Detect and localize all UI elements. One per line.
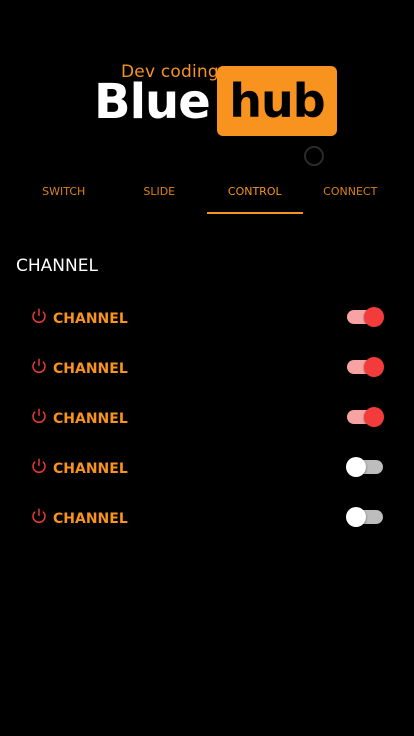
brand-logo: Dev coding Blue hub — [94, 60, 344, 140]
toggle-knob — [364, 407, 384, 427]
toggle-knob — [346, 457, 366, 477]
logo-word-hub: hub — [217, 66, 337, 136]
logo-word-blue: Blue — [94, 74, 211, 130]
channel-label: CHANNEL — [53, 461, 128, 477]
channel-toggle-switch[interactable] — [346, 507, 383, 527]
loading-spinner-icon — [304, 146, 324, 166]
channel-toggle-switch[interactable] — [346, 457, 383, 477]
channel-row: CHANNEL — [30, 344, 390, 394]
tab-bar: SWITCH SLIDE CONTROL CONNECT — [16, 172, 398, 214]
tab-slide[interactable]: SLIDE — [112, 172, 208, 214]
toggle-knob — [346, 507, 366, 527]
tab-connect[interactable]: CONNECT — [303, 172, 399, 214]
channel-label: CHANNEL — [53, 511, 128, 527]
tab-control[interactable]: CONTROL — [207, 172, 303, 214]
channel-row: CHANNEL — [30, 294, 390, 344]
power-icon — [30, 458, 53, 479]
channel-toggle-switch[interactable] — [347, 407, 384, 427]
power-icon — [30, 408, 53, 429]
toggle-knob — [364, 357, 384, 377]
power-icon — [30, 508, 53, 529]
power-icon — [30, 358, 53, 379]
channel-toggle-switch[interactable] — [347, 307, 384, 327]
channel-label: CHANNEL — [53, 311, 128, 327]
app-screen: Dev coding Blue hub SWITCH SLIDE CONTROL… — [0, 0, 414, 736]
toggle-knob — [364, 307, 384, 327]
channel-row: CHANNEL — [30, 394, 390, 444]
channel-row: CHANNEL — [30, 444, 390, 494]
channel-list: CHANNEL CHANNEL CHANNEL CHANNEL CHANNEL — [30, 294, 390, 544]
channel-label: CHANNEL — [53, 361, 128, 377]
tab-switch[interactable]: SWITCH — [16, 172, 112, 214]
channel-row: CHANNEL — [30, 494, 390, 544]
section-title: CHANNEL — [16, 256, 98, 276]
channel-label: CHANNEL — [53, 411, 128, 427]
channel-toggle-switch[interactable] — [347, 357, 384, 377]
power-icon — [30, 308, 53, 329]
